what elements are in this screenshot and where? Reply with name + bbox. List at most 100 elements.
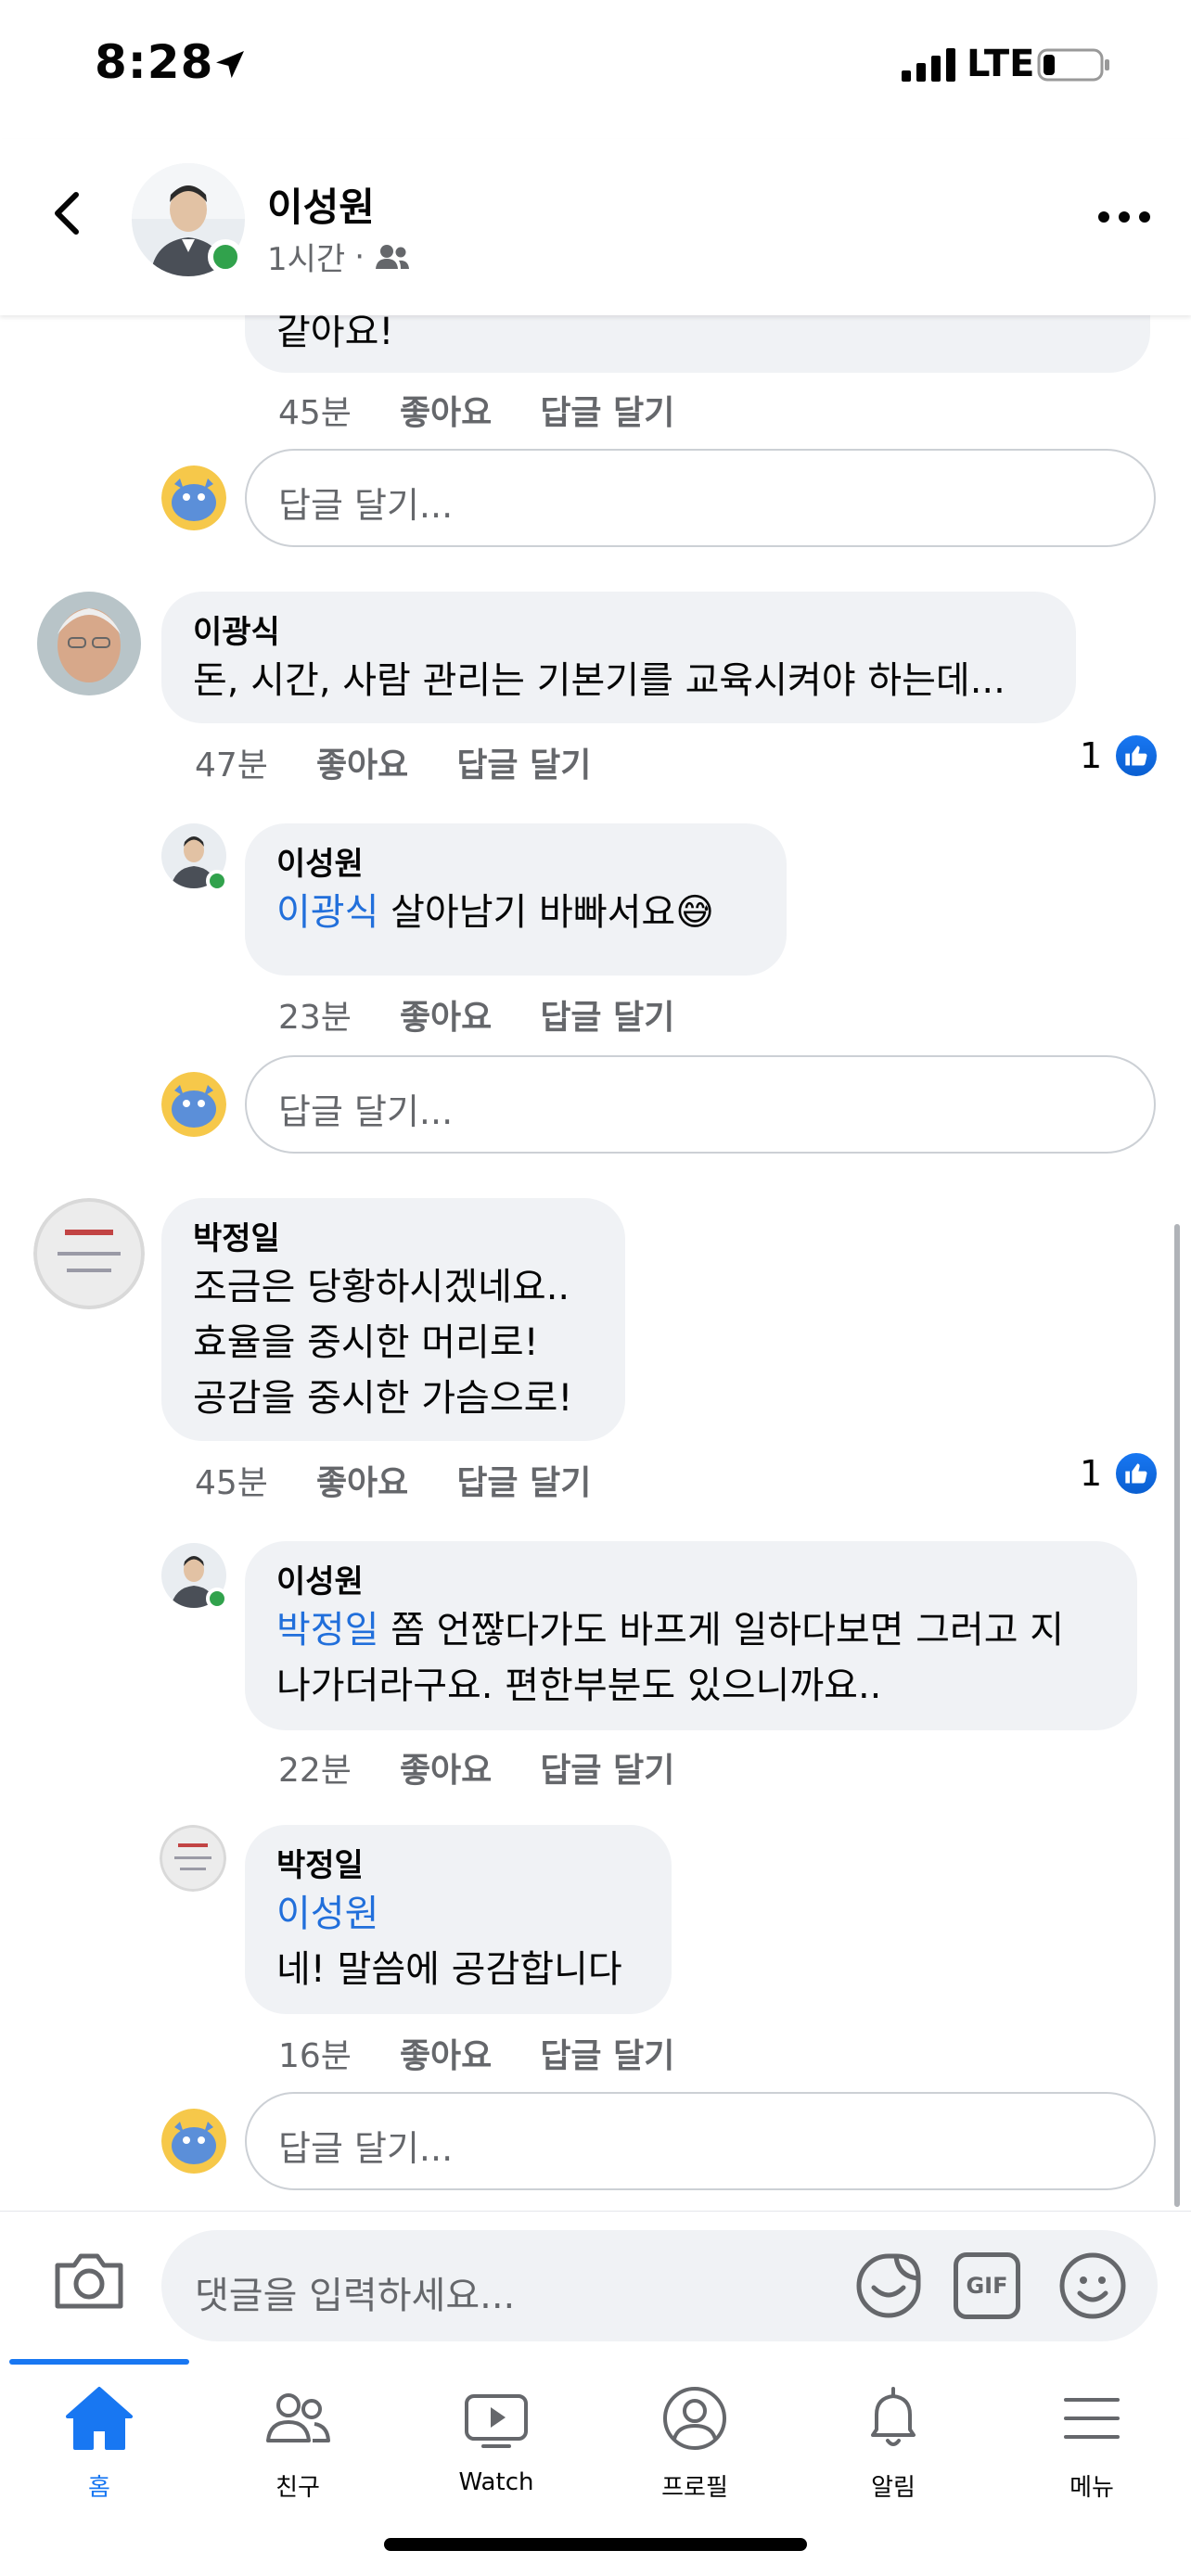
emoji-icon[interactable]	[1057, 2251, 1128, 2321]
reply-time: 16분	[278, 2037, 352, 2075]
reply-time: 22분	[278, 1752, 352, 1790]
comment-time: 45분	[195, 1464, 268, 1502]
comment-composer: 댓글을 입력하세요... GIF	[0, 2211, 1191, 2359]
post-author-name[interactable]: 이성원	[267, 176, 375, 233]
like-button[interactable]: 좋아요	[400, 990, 492, 1039]
comment-bubble: 이광식 돈, 시간, 사람 관리는 기본기를 교육시켜야 하는데...	[161, 592, 1076, 723]
comment-text-line: 공감을 중시한 가슴으로!	[193, 1377, 573, 1420]
comment-author[interactable]: 박정일	[193, 1218, 594, 1259]
active-tab-indicator	[9, 2359, 189, 2365]
status-bar: 8:28 LTE	[0, 0, 1191, 139]
comment-text: 돈, 시간, 사람 관리는 기본기를 교육시켜야 하는데...	[193, 659, 1005, 702]
reply-author[interactable]: 이성원	[276, 844, 755, 885]
comment-input[interactable]: 댓글을 입력하세요... GIF	[161, 2230, 1158, 2341]
reaction-count[interactable]: 1	[1080, 1450, 1160, 1497]
reply-bubble: 이성원 박정일 쫌 언짢다가도 바프게 일하다보면 그러고 지 나가더라구요. …	[245, 1541, 1137, 1730]
status-time: 8:28	[95, 35, 214, 89]
watch-icon	[465, 2394, 528, 2448]
reply-input[interactable]: 답글 달기...	[245, 449, 1156, 547]
reply-author-avatar[interactable]	[160, 1825, 226, 1892]
comment-actions: 47분 좋아요 답글 달기	[195, 738, 591, 786]
my-avatar	[161, 465, 226, 530]
thumbs-up-icon	[1113, 733, 1160, 779]
tab-notifications[interactable]: 알림	[794, 2378, 992, 2517]
reply-input[interactable]: 답글 달기...	[245, 2092, 1156, 2190]
reply-text-line: 나가더라구요. 편한부분도 있으니까요..	[276, 1664, 882, 1707]
tab-menu[interactable]: 메뉴	[992, 2378, 1191, 2517]
comment-author[interactable]: 이광식	[193, 612, 1044, 653]
reply-button[interactable]: 답글 달기	[540, 990, 674, 1039]
back-arrow-icon[interactable]	[41, 185, 96, 241]
signal-icon	[902, 48, 955, 82]
reply-button[interactable]: 답글 달기	[456, 1456, 591, 1504]
reply-text-body: 살아남기 바빠서요	[378, 891, 676, 934]
reply-input[interactable]: 답글 달기...	[245, 1055, 1156, 1154]
reply-button[interactable]: 답글 달기	[540, 386, 674, 434]
like-button[interactable]: 좋아요	[316, 738, 408, 786]
like-button[interactable]: 좋아요	[400, 386, 492, 434]
comment-time: 45분	[278, 394, 352, 432]
reply-author[interactable]: 박정일	[276, 1845, 640, 1886]
mention-link[interactable]: 박정일	[276, 1609, 378, 1651]
gif-label: GIF	[966, 2273, 1008, 2299]
tab-label: Watch	[458, 2468, 534, 2496]
reply-time: 23분	[278, 999, 352, 1037]
network-type: LTE	[967, 43, 1035, 85]
tab-home[interactable]: 홈	[0, 2378, 198, 2517]
online-status-dot	[208, 239, 243, 274]
bell-icon	[871, 2387, 916, 2446]
friends-icon	[266, 2393, 330, 2442]
comment-actions: 45분 좋아요 답글 달기	[195, 1456, 591, 1504]
like-button[interactable]: 좋아요	[316, 1456, 408, 1504]
sweat-smile-emoji: 😅	[675, 891, 714, 934]
location-arrow-icon	[216, 51, 244, 79]
home-icon	[66, 2387, 133, 2450]
comment-input-placeholder: 댓글을 입력하세요...	[195, 2275, 516, 2317]
menu-icon	[1064, 2398, 1120, 2439]
commenter-avatar[interactable]	[33, 1198, 145, 1309]
like-count-value: 1	[1080, 1453, 1103, 1494]
reply-text: 이광식 살아남기 바빠서요😅	[276, 885, 755, 940]
mention-link[interactable]: 이광식	[276, 891, 378, 934]
post-time: 1시간	[267, 241, 346, 278]
reply-bubble: 박정일 이성원 네! 말씀에 공감합니다	[245, 1825, 672, 2014]
reply-button[interactable]: 답글 달기	[456, 738, 591, 786]
comment-actions: 45분 좋아요 답글 달기	[278, 386, 674, 434]
tab-profile[interactable]: 프로필	[596, 2378, 794, 2517]
my-avatar	[161, 2109, 226, 2174]
mention-link[interactable]: 이성원	[276, 1886, 640, 1942]
reply-actions: 23분 좋아요 답글 달기	[278, 990, 674, 1039]
reaction-count[interactable]: 1	[1080, 733, 1160, 779]
profile-icon	[663, 2387, 726, 2450]
reply-actions: 16분 좋아요 답글 달기	[278, 2029, 674, 2077]
meta-separator: ·	[354, 237, 365, 275]
gif-button[interactable]: GIF	[954, 2252, 1020, 2319]
comment-time: 47분	[195, 746, 268, 784]
like-button[interactable]: 좋아요	[400, 2029, 492, 2077]
tab-label: 친구	[275, 2474, 320, 2502]
home-indicator[interactable]	[384, 2538, 807, 2551]
like-button[interactable]: 좋아요	[400, 1743, 492, 1792]
more-options-icon[interactable]	[1095, 198, 1154, 236]
friends-audience-icon	[376, 244, 410, 269]
thumbs-up-icon	[1113, 1450, 1160, 1497]
reply-button[interactable]: 답글 달기	[540, 2029, 674, 2077]
reply-button[interactable]: 답글 달기	[540, 1743, 674, 1792]
tab-label: 홈	[88, 2474, 110, 2502]
reply-text: 네! 말씀에 공감합니다	[276, 1948, 622, 1991]
post-meta: 1시간 ·	[267, 234, 411, 279]
tab-watch[interactable]: Watch	[397, 2378, 596, 2517]
tab-label: 프로필	[661, 2474, 728, 2502]
comment-text-line: 조금은 당황하시겠네요..	[193, 1266, 570, 1308]
reply-author[interactable]: 이성원	[276, 1562, 1106, 1602]
scrollbar[interactable]	[1174, 1224, 1180, 2207]
sticker-icon[interactable]	[853, 2251, 924, 2321]
reply-text-body: 쫌 언짢다가도 바프게 일하다보면 그러고 지	[378, 1609, 1065, 1651]
camera-icon[interactable]	[52, 2249, 126, 2314]
commenter-avatar[interactable]	[37, 592, 141, 695]
tab-label: 알림	[871, 2474, 916, 2502]
post-header: 이성원 1시간 ·	[0, 139, 1191, 315]
reply-bubble: 이성원 이광식 살아남기 바빠서요😅	[245, 823, 787, 976]
reply-actions: 22분 좋아요 답글 달기	[278, 1743, 674, 1792]
tab-friends[interactable]: 친구	[198, 2378, 397, 2517]
